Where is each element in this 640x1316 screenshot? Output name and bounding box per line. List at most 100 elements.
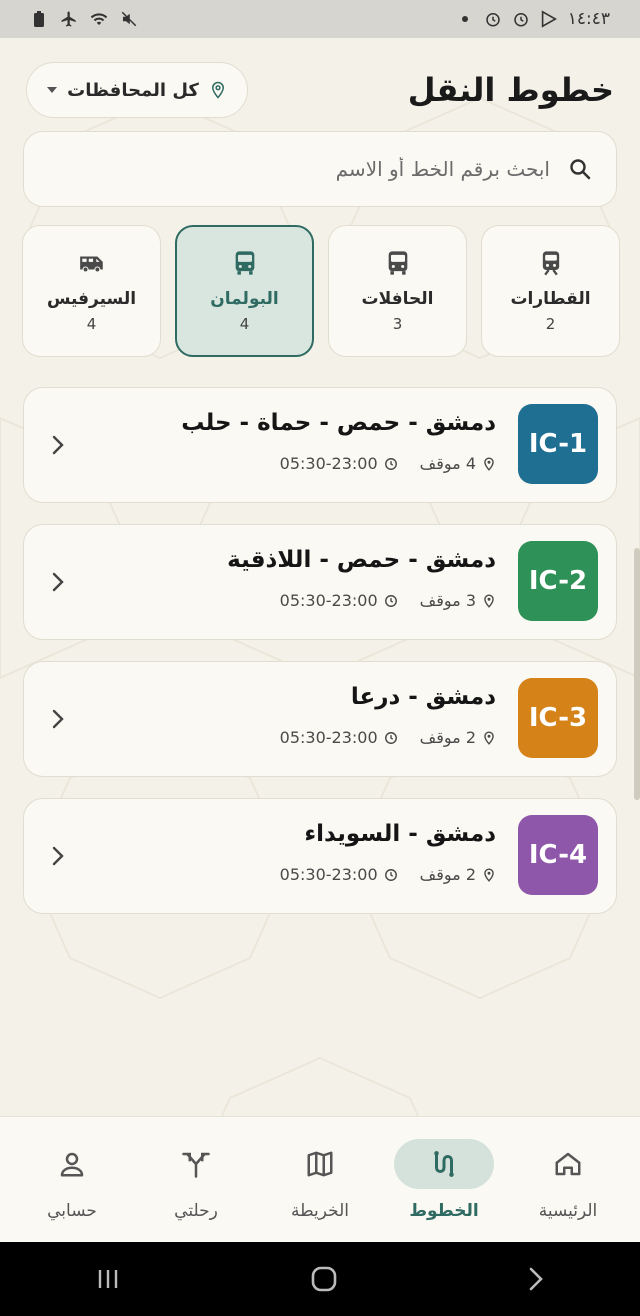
location-pin-icon — [484, 730, 494, 745]
nav-label: حسابي — [47, 1200, 97, 1221]
location-pin-icon — [484, 867, 494, 882]
play-store-icon — [540, 10, 558, 28]
home-button-icon[interactable] — [310, 1265, 338, 1293]
stops-count: 2 موقف — [419, 728, 476, 747]
alarm-icon-2 — [512, 10, 530, 28]
type-card-trains[interactable]: القطارات 2 — [481, 225, 620, 357]
nav-icon-wrap — [394, 1138, 494, 1189]
operating-hours: 05:30-23:00 — [279, 591, 378, 610]
type-label: السيرفيس — [46, 289, 137, 309]
hours-info: 05:30-23:00 — [280, 591, 398, 610]
nav-label: الخريطة — [290, 1200, 350, 1221]
clock-icon — [384, 868, 397, 881]
hours-info: 05:30-23:00 — [280, 865, 398, 884]
line-code-badge: IC-2 — [518, 541, 598, 621]
header: خطوط النقل كل المحافظات — [26, 60, 614, 120]
chevron-left-icon — [52, 435, 64, 455]
home-icon — [555, 1152, 581, 1175]
van-icon — [79, 256, 103, 273]
stops-info: 3 موقف — [420, 591, 496, 610]
line-card-ic-3[interactable]: IC-3 دمشق - درعا 2 موقف 05:30-23:00 — [23, 661, 617, 777]
recents-icon[interactable] — [95, 1267, 121, 1291]
operating-hours: 05:30-23:00 — [279, 865, 378, 884]
clock-icon — [384, 594, 397, 607]
scrollbar[interactable] — [634, 548, 640, 800]
stops-info: 2 موقف — [420, 728, 496, 747]
user-icon — [60, 1152, 84, 1176]
status-icons-right: ١٤:٤٣ — [456, 9, 610, 29]
type-label: البولمان — [210, 289, 279, 309]
governorate-label: كل المحافظات — [67, 79, 199, 101]
line-card-ic-1[interactable]: IC-1 دمشق - حمص - حماة - حلب 4 موقف 05:3… — [23, 387, 617, 503]
type-count: 2 — [545, 315, 556, 333]
line-meta: 3 موقف 05:30-23:00 — [280, 591, 496, 610]
line-meta: 2 موقف 05:30-23:00 — [280, 865, 496, 884]
search-input[interactable] — [48, 157, 550, 181]
battery-icon — [30, 10, 48, 28]
coach-icon — [235, 251, 254, 275]
location-pin-icon — [484, 593, 494, 608]
system-nav-bar — [0, 1242, 640, 1316]
line-code-badge: IC-4 — [518, 815, 598, 895]
back-icon[interactable] — [527, 1266, 545, 1292]
nav-item-map[interactable]: الخريطة — [265, 1139, 375, 1221]
line-name: دمشق - درعا — [350, 684, 496, 710]
status-icons-left — [30, 10, 138, 28]
alarm-icon — [484, 10, 502, 28]
type-card-service[interactable]: السيرفيس 4 — [22, 225, 161, 357]
nav-item-home[interactable]: الرئيسية — [513, 1139, 623, 1221]
notification-dot-icon — [456, 10, 474, 28]
stops-count: 3 موقف — [419, 591, 476, 610]
airplane-mode-icon — [60, 10, 78, 28]
search-bar[interactable] — [23, 131, 617, 207]
nav-item-my-trip[interactable]: رحلتي — [141, 1139, 251, 1221]
type-card-coaches[interactable]: البولمان 4 — [175, 225, 314, 357]
nav-icon-wrap — [518, 1139, 618, 1189]
governorate-select[interactable]: كل المحافظات — [26, 62, 248, 118]
nav-icon-wrap — [146, 1139, 246, 1189]
chevron-left-icon — [52, 846, 64, 866]
type-card-buses[interactable]: الحافلات 3 — [328, 225, 467, 357]
line-code-badge: IC-1 — [518, 404, 598, 484]
operating-hours: 05:30-23:00 — [279, 454, 378, 473]
nav-label: رحلتي — [174, 1200, 218, 1221]
stops-info: 2 موقف — [420, 865, 496, 884]
mute-icon — [120, 10, 138, 28]
line-code-badge: IC-3 — [518, 678, 598, 758]
line-meta: 4 موقف 05:30-23:00 — [280, 454, 496, 473]
type-count: 4 — [239, 315, 250, 333]
status-bar: ١٤:٤٣ — [0, 0, 640, 38]
page-title: خطوط النقل — [407, 71, 614, 109]
line-name: دمشق - السويداء — [304, 821, 496, 847]
bottom-nav: الرئيسية الخطوط الخريطة رحلتي حسابي — [0, 1116, 640, 1242]
type-count: 3 — [392, 315, 403, 333]
nav-label: الخطوط — [409, 1200, 479, 1221]
lines-list: IC-1 دمشق - حمص - حماة - حلب 4 موقف 05:3… — [23, 387, 617, 935]
operating-hours: 05:30-23:00 — [279, 728, 378, 747]
transport-type-filters: القطارات 2 الحافلات 3 البولمان 4 السيرفي… — [20, 225, 620, 357]
location-pin-icon — [211, 81, 224, 99]
type-label: الحافلات — [361, 289, 434, 309]
line-card-ic-2[interactable]: IC-2 دمشق - حمص - اللاذقية 3 موقف 05:30-… — [23, 524, 617, 640]
status-time: ١٤:٤٣ — [567, 9, 610, 29]
location-pin-icon — [484, 456, 494, 471]
nav-item-account[interactable]: حسابي — [17, 1139, 127, 1221]
line-card-ic-4[interactable]: IC-4 دمشق - السويداء 2 موقف 05:30-23:00 — [23, 798, 617, 914]
nav-icon-wrap — [270, 1139, 370, 1189]
bus-icon — [388, 251, 407, 275]
chevron-left-icon — [52, 572, 64, 592]
clock-icon — [384, 457, 397, 470]
search-icon — [570, 159, 591, 180]
route-icon — [434, 1150, 454, 1177]
type-label: القطارات — [510, 289, 591, 309]
line-name: دمشق - حمص - حماة - حلب — [181, 410, 496, 436]
wifi-icon — [90, 10, 108, 28]
split-route-icon — [182, 1152, 210, 1178]
nav-label: الرئيسية — [538, 1200, 598, 1221]
clock-icon — [384, 731, 397, 744]
type-count: 4 — [86, 315, 97, 333]
train-icon — [542, 251, 559, 276]
nav-item-lines[interactable]: الخطوط — [389, 1138, 499, 1221]
map-icon — [307, 1151, 333, 1176]
stops-count: 4 موقف — [419, 454, 476, 473]
